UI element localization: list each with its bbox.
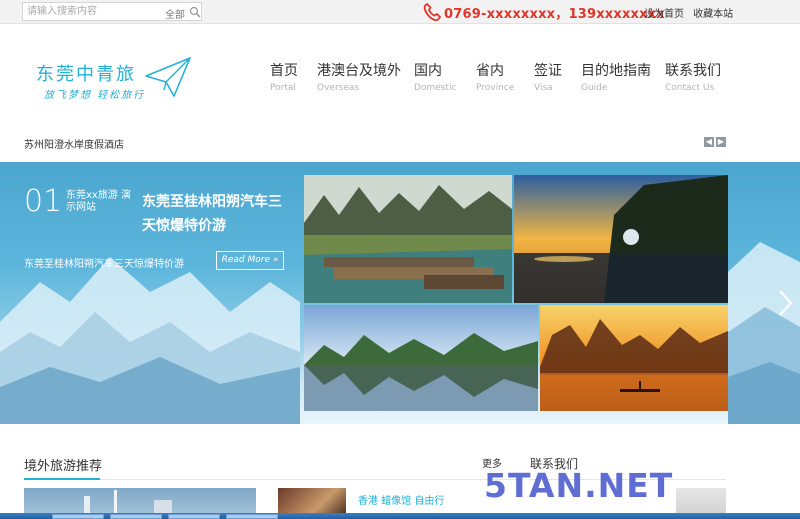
nav-label: 港澳台及境外 bbox=[317, 63, 401, 79]
hotline-numbers: 0769-xxxxxxxx，139xxxxxxxx bbox=[444, 7, 665, 22]
nav-item-portal[interactable]: 首页 Portal bbox=[270, 60, 298, 93]
slide-number: 01 bbox=[24, 184, 63, 219]
top-utility-bar: 全部 0769-xxxxxxxx，139xxxxxxxx 设为首页 收藏本站 bbox=[0, 0, 800, 24]
nav-label: 国内 bbox=[414, 63, 442, 79]
nav-sublabel: Domestic bbox=[414, 83, 457, 93]
slide-title[interactable]: 东莞至桂林阳朔汽车三天惊爆特价游 bbox=[142, 190, 288, 238]
nav-sublabel: Overseas bbox=[317, 83, 360, 93]
search-scope-select[interactable]: 全部 bbox=[165, 6, 185, 21]
taskbar-button[interactable] bbox=[168, 514, 220, 519]
hero-slider: 01 东莞xx旅游 演示网站 东莞至桂林阳朔汽车三天惊爆特价游 东莞至桂林阳朔汽… bbox=[0, 162, 800, 424]
nav-item-visa[interactable]: 签证 Visa bbox=[534, 60, 562, 93]
site-logo[interactable]: 东莞中青旅 放飞梦想 轻松旅行 bbox=[30, 52, 195, 104]
watermark-text: 5TAN.NET bbox=[484, 466, 674, 505]
taskbar-button[interactable] bbox=[52, 514, 104, 519]
nav-label: 签证 bbox=[534, 63, 562, 79]
taskbar-button[interactable] bbox=[110, 514, 162, 519]
read-more-button[interactable]: Read More » bbox=[216, 251, 284, 270]
paper-plane-icon bbox=[145, 57, 191, 97]
nav-sublabel: Province bbox=[476, 83, 515, 93]
nav-label: 联系我们 bbox=[665, 63, 721, 79]
overseas-section-title: 境外旅游推荐 bbox=[24, 459, 103, 474]
slide-photo-collage[interactable] bbox=[304, 175, 728, 411]
photo-orange-sunset bbox=[540, 305, 728, 411]
slide-description: 东莞至桂林阳朔汽车三天惊爆特价游 bbox=[24, 259, 184, 270]
nav-sublabel: Contact Us bbox=[665, 83, 715, 93]
ticker-next-icon[interactable]: ▶ bbox=[716, 137, 726, 147]
logo-title: 东莞中青旅 bbox=[36, 64, 136, 85]
chevron-right-icon[interactable] bbox=[776, 288, 794, 318]
nav-item-guide[interactable]: 目的地指南 Guide bbox=[581, 60, 651, 93]
search-box: 全部 bbox=[22, 2, 202, 21]
photo-karst-river bbox=[304, 175, 512, 303]
news-ticker-item[interactable]: 苏州阳澄水岸度假酒店 bbox=[24, 136, 124, 151]
nav-item-domestic[interactable]: 国内 Domestic bbox=[414, 60, 456, 93]
search-input[interactable] bbox=[27, 4, 157, 19]
logo-slogan: 放飞梦想 轻松旅行 bbox=[44, 90, 146, 101]
nav-item-province[interactable]: 省内 Province bbox=[476, 60, 514, 93]
top-links: 设为首页 收藏本站 bbox=[644, 5, 739, 20]
nav-sublabel: Portal bbox=[270, 83, 296, 93]
photo-green-peaks bbox=[304, 305, 538, 411]
tour-list-item[interactable]: 香港 蜡像馆 自由行 bbox=[358, 492, 444, 507]
taskbar-button[interactable] bbox=[226, 514, 278, 519]
nav-sublabel: Visa bbox=[534, 83, 553, 93]
set-homepage-link[interactable]: 设为首页 bbox=[644, 9, 684, 20]
nav-label: 目的地指南 bbox=[581, 63, 651, 79]
nav-item-contact[interactable]: 联系我们 Contact Us bbox=[665, 60, 721, 93]
ticker-controls: ◀ ▶ bbox=[704, 137, 726, 147]
bookmark-link[interactable]: 收藏本站 bbox=[693, 9, 733, 20]
nav-sublabel: Guide bbox=[581, 83, 608, 93]
nav-label: 首页 bbox=[270, 63, 298, 79]
ticker-prev-icon[interactable]: ◀ bbox=[704, 137, 714, 147]
slide-tag: 东莞xx旅游 演示网站 bbox=[66, 190, 132, 213]
phone-icon bbox=[423, 2, 442, 21]
section-divider-accent bbox=[24, 478, 100, 480]
nav-label: 省内 bbox=[476, 63, 504, 79]
photo-sunset-arch bbox=[514, 175, 728, 303]
nav-item-overseas[interactable]: 港澳台及境外 Overseas bbox=[317, 60, 401, 93]
search-icon[interactable] bbox=[189, 6, 201, 18]
